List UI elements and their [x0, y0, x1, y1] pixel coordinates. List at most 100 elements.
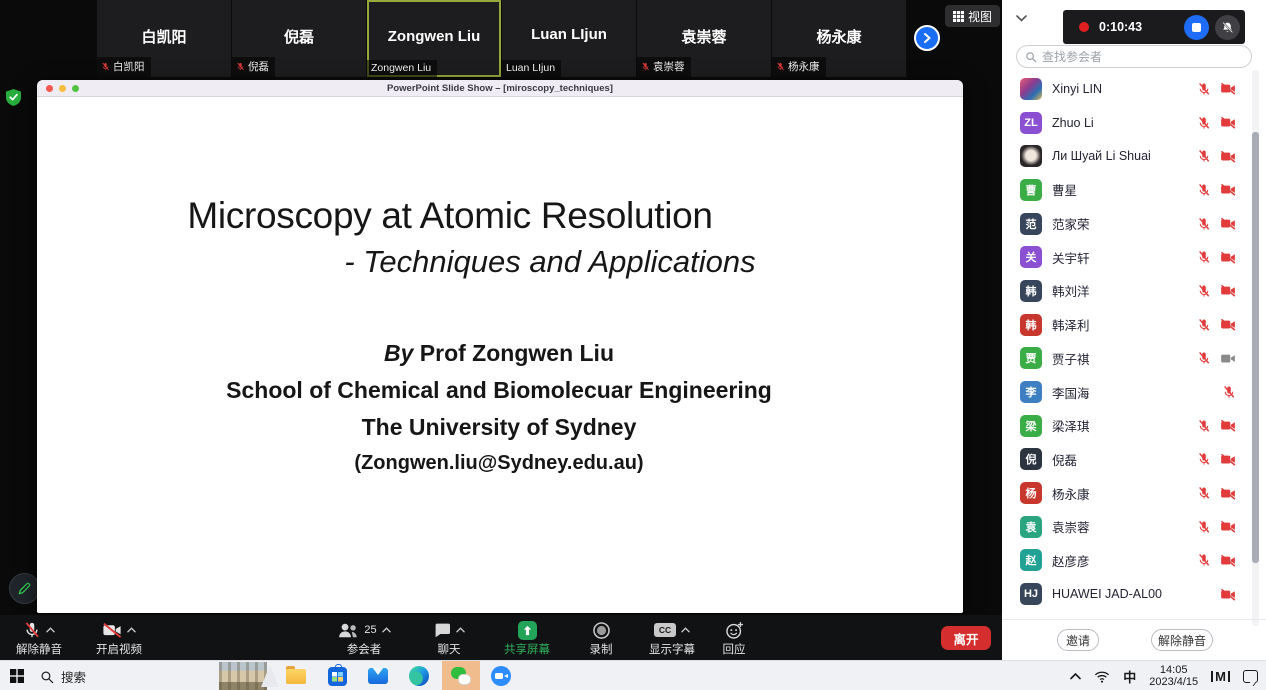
participant-row[interactable]: 袁袁崇蓉	[1002, 510, 1252, 544]
wifi-icon[interactable]	[1094, 670, 1110, 683]
participant-name: 袁崇蓉	[1052, 517, 1090, 536]
im-tray-icon[interactable]: M	[1211, 671, 1230, 682]
annotate-pencil-button[interactable]	[9, 573, 40, 604]
camera-off-icon	[1220, 318, 1236, 331]
participant-row[interactable]: ZLZhuo Li	[1002, 106, 1252, 140]
tile-name-label: Zongwen Liu	[367, 60, 437, 77]
slide-title-line2: - Techniques and Applications	[344, 244, 755, 280]
participant-row[interactable]: HJ HUAWEI JAD-AL00	[1002, 577, 1252, 611]
unmute-all-button[interactable]: 解除静音	[1151, 629, 1213, 651]
leave-button[interactable]: 离开	[941, 626, 991, 650]
camera-off-icon	[1220, 251, 1236, 264]
video-tile-4[interactable]: Luan LIjunLuan LIjun	[502, 0, 636, 77]
notification-center-icon[interactable]	[1243, 670, 1258, 683]
window-titlebar[interactable]: PowerPoint Slide Show – [miroscopy_techn…	[37, 80, 963, 97]
participant-row[interactable]: 关关宇轩	[1002, 240, 1252, 274]
security-shield-icon[interactable]	[6, 89, 21, 111]
annotate-pencil-icon	[17, 581, 32, 596]
stop-recording-button[interactable]	[1184, 15, 1209, 40]
mail-app-icon[interactable]	[366, 664, 390, 688]
share-button[interactable]: 共享屏幕	[487, 618, 567, 658]
video-button[interactable]: 开启视频	[84, 618, 154, 658]
unmute-button[interactable]: 解除静音	[6, 618, 72, 658]
camera-off-icon	[1220, 82, 1236, 95]
bell-off-icon	[1221, 21, 1234, 34]
windows-start-icon	[10, 669, 24, 683]
wechat-app-icon[interactable]	[449, 664, 473, 688]
start-button[interactable]	[10, 669, 24, 688]
tile-name-label: 白凯阳	[97, 57, 151, 77]
video-tile-1[interactable]: 白凯阳白凯阳	[97, 0, 231, 77]
participant-row[interactable]: 韩韩刘洋	[1002, 274, 1252, 308]
scrollbar-thumb[interactable]	[1252, 132, 1259, 563]
window-title: PowerPoint Slide Show – [miroscopy_techn…	[37, 83, 963, 94]
chat-button[interactable]: 聊天	[416, 618, 482, 658]
participant-row[interactable]: 曹曹星	[1002, 173, 1252, 207]
taskbar-search[interactable]: 搜索	[40, 667, 86, 686]
participant-row[interactable]: Ли Шуай Li Shuai	[1002, 139, 1252, 173]
tile-participant-name: Zongwen Liu	[369, 28, 499, 45]
tile-participant-name: 杨永康	[772, 26, 906, 47]
participant-name: 杨永康	[1052, 484, 1090, 503]
file-explorer-icon[interactable]	[284, 664, 308, 688]
tray-chevron-up-icon[interactable]	[1070, 673, 1081, 680]
participant-row[interactable]: 贾贾子祺	[1002, 342, 1252, 376]
participants-icon	[337, 622, 359, 639]
mic-off-icon	[1197, 452, 1211, 466]
search-participants-input[interactable]: 查找参会者	[1016, 45, 1252, 68]
view-button[interactable]: 视图	[945, 5, 1000, 27]
tile-name-label: 杨永康	[772, 57, 826, 77]
participant-row[interactable]: Xinyi LIN	[1002, 72, 1252, 106]
microsoft-store-icon[interactable]	[325, 664, 349, 688]
participant-status-icons	[1197, 452, 1236, 466]
mic-off-icon	[1197, 520, 1211, 534]
participant-list-scrollbar[interactable]	[1252, 70, 1259, 626]
participant-row[interactable]: 李李国海	[1002, 375, 1252, 409]
participant-row[interactable]: 杨杨永康	[1002, 476, 1252, 510]
video-tile-2[interactable]: 倪磊倪磊	[232, 0, 366, 77]
participant-row[interactable]: 赵赵彦彦	[1002, 544, 1252, 578]
next-page-arrow-button[interactable]	[914, 25, 940, 51]
photo-window-thumbnail[interactable]	[219, 662, 267, 690]
taskbar-search-label: 搜索	[61, 667, 86, 686]
participant-name: 范家荣	[1052, 214, 1090, 233]
taskbar-clock[interactable]: 14:05 2023/4/15	[1149, 664, 1198, 689]
react-button[interactable]: 回应	[704, 618, 764, 658]
mic-off-icon	[1197, 351, 1211, 365]
avatar: 曹	[1020, 179, 1042, 201]
zoom-meeting-screen: 白凯阳白凯阳倪磊倪磊Zongwen LiuZongwen LiuLuan LIj…	[0, 0, 1266, 690]
participant-status-icons	[1197, 318, 1236, 332]
toolbar-item-label: 参会者	[347, 644, 382, 656]
slide-title-line1: Microscopy at Atomic Resolution	[187, 195, 712, 237]
cc-button[interactable]: CC显示字幕	[634, 618, 710, 658]
collapse-panel-button[interactable]	[1016, 9, 1027, 27]
participant-row[interactable]: 梁梁泽琪	[1002, 409, 1252, 443]
ime-indicator[interactable]: 中	[1123, 667, 1136, 686]
participant-row[interactable]: 韩韩泽利	[1002, 308, 1252, 342]
video-tile-6[interactable]: 杨永康杨永康	[772, 0, 906, 77]
avatar: 贾	[1020, 347, 1042, 369]
avatar: HJ	[1020, 583, 1042, 605]
avatar: 杨	[1020, 482, 1042, 504]
avatar: 赵	[1020, 549, 1042, 571]
participant-name: 梁泽琪	[1052, 416, 1090, 435]
record-button[interactable]: 录制	[570, 618, 632, 658]
edge-browser-icon[interactable]	[407, 664, 431, 688]
participant-row[interactable]: 范范家荣	[1002, 207, 1252, 241]
taskbar-time: 14:05	[1149, 664, 1198, 677]
invite-button[interactable]: 邀请	[1057, 629, 1099, 651]
search-icon	[40, 670, 54, 684]
slide-school-line: School of Chemical and Biomolecuar Engin…	[226, 377, 772, 404]
next-arrow-icon	[922, 33, 932, 43]
video-strip: 白凯阳白凯阳倪磊倪磊Zongwen LiuZongwen LiuLuan LIj…	[97, 0, 906, 77]
participant-count-badge: 25	[364, 624, 376, 636]
video-tile-3[interactable]: Zongwen Liu Zongwen Liu	[367, 0, 501, 77]
participant-name: HUAWEI JAD-AL00	[1052, 587, 1162, 601]
zoom-app-icon[interactable]	[489, 664, 513, 688]
tile-participant-name: 袁崇蓉	[637, 26, 771, 47]
mute-notifications-button[interactable]	[1215, 15, 1240, 40]
participants-button[interactable]: 25 参会者	[322, 618, 406, 658]
participant-row[interactable]: 倪倪磊	[1002, 443, 1252, 477]
chevron-up-icon	[681, 627, 690, 633]
video-tile-5[interactable]: 袁崇蓉袁崇蓉	[637, 0, 771, 77]
